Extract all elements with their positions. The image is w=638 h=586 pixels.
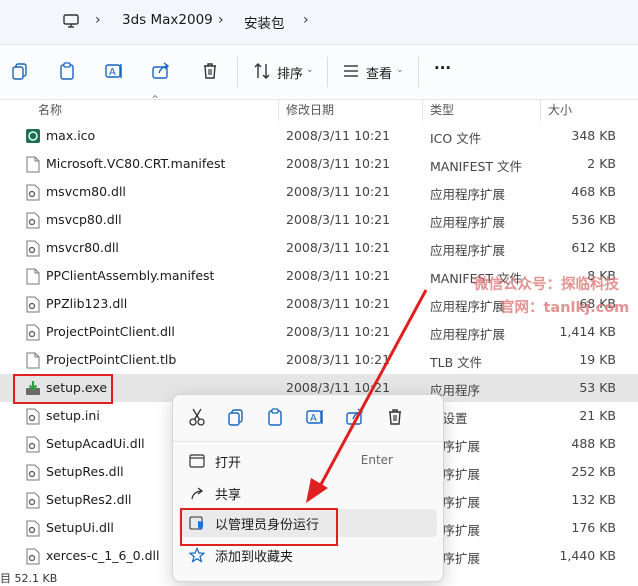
annotation-arrow <box>306 289 428 503</box>
status-bar-text: 目 52.1 KB <box>0 572 58 585</box>
